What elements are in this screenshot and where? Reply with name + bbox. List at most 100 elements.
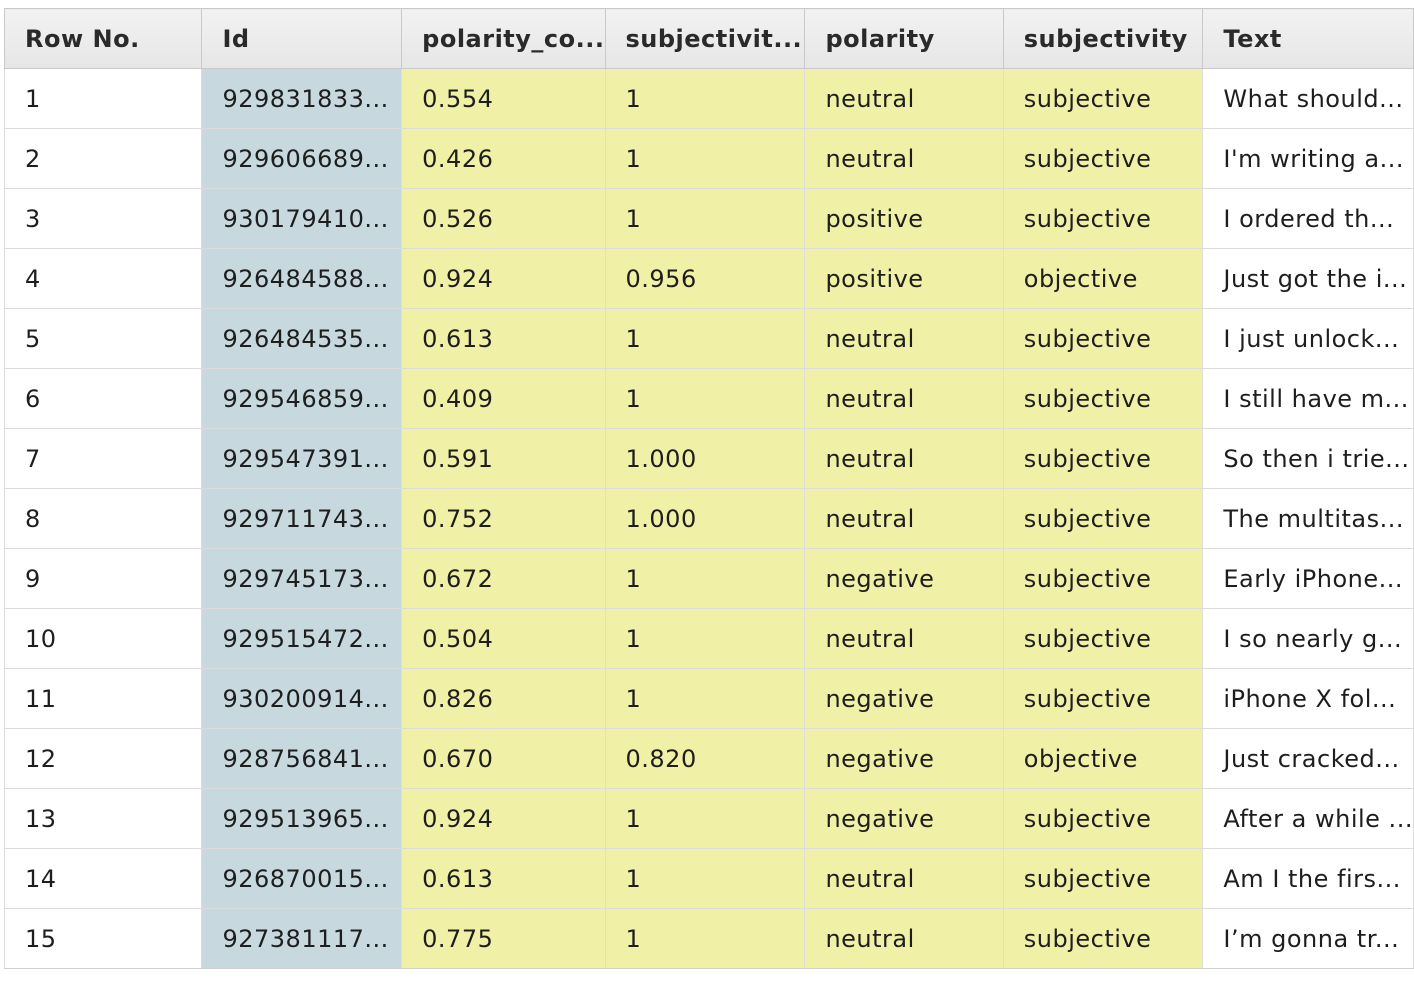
cell-text[interactable]: I ordered th... — [1202, 188, 1414, 249]
cell-id[interactable]: 930200914... — [201, 668, 403, 729]
table-row[interactable]: 15 927381117... 0.775 1 neutral subjective I’m… — [3, 908, 1414, 969]
cell-row-no[interactable]: 15 — [3, 908, 203, 969]
table-row[interactable]: 5 926484535... 0.613 1 neutral subjective I ju… — [3, 308, 1414, 369]
cell-polarity-confidence[interactable]: 0.775 — [401, 908, 606, 969]
cell-subjectivity[interactable]: subjective — [1002, 128, 1204, 189]
cell-text[interactable]: I just unlock... — [1202, 308, 1414, 369]
cell-subjectivity-confidence[interactable]: 1.000 — [604, 428, 806, 489]
cell-id[interactable]: 929546859... — [201, 368, 403, 429]
cell-text[interactable]: What should... — [1202, 68, 1414, 129]
cell-text[interactable]: So then i trie... — [1202, 428, 1414, 489]
cell-subjectivity[interactable]: subjective — [1002, 608, 1204, 669]
table-row[interactable]: 10 929515472... 0.504 1 neutral subjective I s… — [3, 608, 1414, 669]
cell-id[interactable]: 929515472... — [201, 608, 403, 669]
cell-polarity[interactable]: positive — [804, 248, 1004, 309]
cell-text[interactable]: Early iPhone... — [1202, 548, 1414, 609]
cell-subjectivity[interactable]: subjective — [1002, 908, 1204, 969]
cell-text[interactable]: Am I the firs... — [1202, 848, 1414, 909]
cell-row-no[interactable]: 14 — [3, 848, 203, 909]
column-header-row-no[interactable]: Row No. — [3, 8, 203, 69]
cell-subjectivity-confidence[interactable]: 1 — [604, 848, 806, 909]
cell-row-no[interactable]: 3 — [3, 188, 203, 249]
cell-text[interactable]: Just cracked... — [1202, 728, 1414, 789]
cell-row-no[interactable]: 6 — [3, 368, 203, 429]
cell-row-no[interactable]: 4 — [3, 248, 203, 309]
cell-subjectivity-confidence[interactable]: 1 — [604, 128, 806, 189]
cell-id[interactable]: 926484535... — [201, 308, 403, 369]
cell-subjectivity[interactable]: subjective — [1002, 668, 1204, 729]
cell-text[interactable]: I so nearly g... — [1202, 608, 1414, 669]
cell-id[interactable]: 928756841... — [201, 728, 403, 789]
cell-subjectivity[interactable]: subjective — [1002, 188, 1204, 249]
cell-subjectivity-confidence[interactable]: 1 — [604, 668, 806, 729]
cell-polarity-confidence[interactable]: 0.613 — [401, 848, 606, 909]
table-row[interactable]: 13 929513965... 0.924 1 negative subjective Af… — [3, 788, 1414, 849]
cell-polarity-confidence[interactable]: 0.613 — [401, 308, 606, 369]
cell-text[interactable]: After a while ... — [1202, 788, 1414, 849]
cell-polarity-confidence[interactable]: 0.591 — [401, 428, 606, 489]
cell-polarity[interactable]: neutral — [804, 308, 1004, 369]
cell-polarity-confidence[interactable]: 0.409 — [401, 368, 606, 429]
cell-subjectivity[interactable]: subjective — [1002, 548, 1204, 609]
cell-subjectivity[interactable]: subjective — [1002, 488, 1204, 549]
column-header-id[interactable]: Id — [201, 8, 403, 69]
column-header-subjectivity-confidence[interactable]: subjectivit... — [604, 8, 806, 69]
cell-polarity[interactable]: neutral — [804, 608, 1004, 669]
cell-id[interactable]: 929745173... — [201, 548, 403, 609]
cell-polarity-confidence[interactable]: 0.672 — [401, 548, 606, 609]
table-row[interactable]: 11 930200914... 0.826 1 negative subjective iP… — [3, 668, 1414, 729]
cell-text[interactable]: I’m gonna tr... — [1202, 908, 1414, 969]
cell-polarity-confidence[interactable]: 0.924 — [401, 788, 606, 849]
cell-polarity[interactable]: neutral — [804, 488, 1004, 549]
table-row[interactable]: 12 928756841... 0.670 0.820 negative objectiv… — [3, 728, 1414, 789]
cell-row-no[interactable]: 9 — [3, 548, 203, 609]
column-header-text[interactable]: Text — [1202, 8, 1414, 69]
cell-subjectivity[interactable]: subjective — [1002, 68, 1204, 129]
cell-subjectivity-confidence[interactable]: 1 — [604, 788, 806, 849]
cell-polarity[interactable]: neutral — [804, 908, 1004, 969]
cell-text[interactable]: Just got the i... — [1202, 248, 1414, 309]
cell-id[interactable]: 927381117... — [201, 908, 403, 969]
column-header-polarity[interactable]: polarity — [804, 8, 1004, 69]
cell-subjectivity[interactable]: subjective — [1002, 788, 1204, 849]
cell-polarity-confidence[interactable]: 0.504 — [401, 608, 606, 669]
cell-id[interactable]: 926870015... — [201, 848, 403, 909]
cell-text[interactable]: The multitas... — [1202, 488, 1414, 549]
table-row[interactable]: 4 926484588... 0.924 0.956 positive objective… — [3, 248, 1414, 309]
cell-subjectivity[interactable]: subjective — [1002, 428, 1204, 489]
cell-row-no[interactable]: 2 — [3, 128, 203, 189]
cell-row-no[interactable]: 12 — [3, 728, 203, 789]
cell-subjectivity-confidence[interactable]: 1 — [604, 188, 806, 249]
table-row[interactable]: 7 929547391... 0.591 1.000 neutral subjective… — [3, 428, 1414, 489]
cell-polarity[interactable]: neutral — [804, 428, 1004, 489]
table-row[interactable]: 8 929711743... 0.752 1.000 neutral subjective… — [3, 488, 1414, 549]
cell-row-no[interactable]: 7 — [3, 428, 203, 489]
cell-row-no[interactable]: 10 — [3, 608, 203, 669]
cell-text[interactable]: I'm writing a... — [1202, 128, 1414, 189]
cell-polarity-confidence[interactable]: 0.554 — [401, 68, 606, 129]
cell-subjectivity-confidence[interactable]: 1 — [604, 368, 806, 429]
cell-polarity-confidence[interactable]: 0.526 — [401, 188, 606, 249]
cell-polarity[interactable]: negative — [804, 788, 1004, 849]
cell-row-no[interactable]: 1 — [3, 68, 203, 129]
cell-subjectivity-confidence[interactable]: 1 — [604, 908, 806, 969]
cell-subjectivity-confidence[interactable]: 1 — [604, 548, 806, 609]
table-row[interactable]: 1 929831833... 0.554 1 neutral subjective What… — [3, 68, 1414, 129]
cell-polarity[interactable]: neutral — [804, 848, 1004, 909]
cell-subjectivity-confidence[interactable]: 1 — [604, 308, 806, 369]
cell-polarity[interactable]: neutral — [804, 128, 1004, 189]
table-row[interactable]: 6 929546859... 0.409 1 neutral subjective I st… — [3, 368, 1414, 429]
table-row[interactable]: 3 930179410... 0.526 1 positive subjective I o… — [3, 188, 1414, 249]
cell-subjectivity[interactable]: subjective — [1002, 368, 1204, 429]
cell-row-no[interactable]: 5 — [3, 308, 203, 369]
cell-polarity-confidence[interactable]: 0.752 — [401, 488, 606, 549]
cell-text[interactable]: iPhone X fol... — [1202, 668, 1414, 729]
table-row[interactable]: 9 929745173... 0.672 1 negative subjective Ear… — [3, 548, 1414, 609]
table-row[interactable]: 2 929606689... 0.426 1 neutral subjective I'm … — [3, 128, 1414, 189]
cell-text[interactable]: I still have m... — [1202, 368, 1414, 429]
cell-id[interactable]: 929513965... — [201, 788, 403, 849]
cell-row-no[interactable]: 11 — [3, 668, 203, 729]
cell-polarity[interactable]: negative — [804, 548, 1004, 609]
cell-row-no[interactable]: 13 — [3, 788, 203, 849]
cell-subjectivity-confidence[interactable]: 0.956 — [604, 248, 806, 309]
